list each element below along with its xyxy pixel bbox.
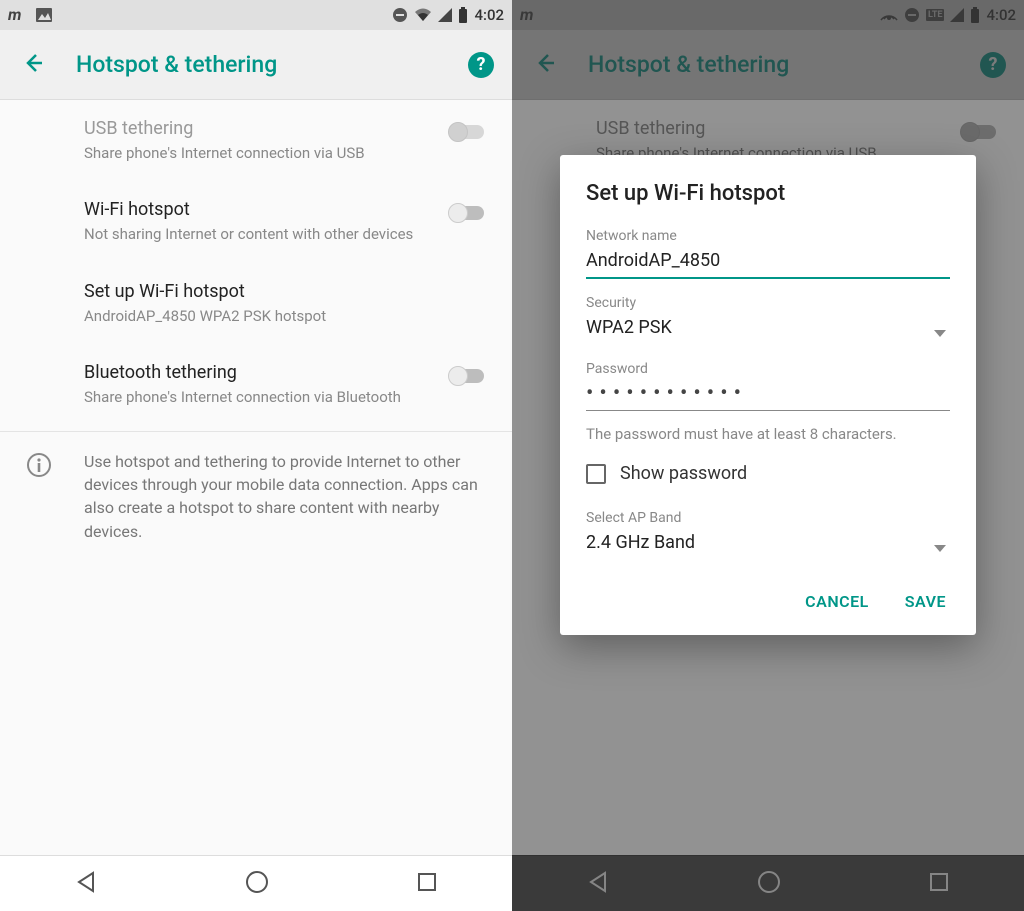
status-clock: 4:02	[474, 6, 504, 24]
row-wifi-hotspot[interactable]: Wi-Fi hotspot Not sharing Internet or co…	[0, 181, 512, 262]
password-hint: The password must have at least 8 charac…	[586, 425, 950, 443]
cancel-button[interactable]: CANCEL	[801, 584, 873, 619]
nav-home-icon[interactable]	[244, 869, 270, 899]
row-subtitle: Share phone's Internet connection via Bl…	[84, 387, 488, 407]
help-icon[interactable]: ?	[468, 52, 494, 78]
show-password-checkbox[interactable]	[586, 464, 606, 484]
status-bar: m 4:02	[0, 0, 512, 30]
setup-hotspot-dialog: Set up Wi-Fi hotspot Network name Securi…	[560, 155, 976, 635]
row-subtitle: Not sharing Internet or content with oth…	[84, 224, 488, 244]
image-icon	[36, 8, 52, 22]
cell-icon	[438, 8, 452, 22]
show-password-row[interactable]: Show password	[586, 463, 950, 484]
ap-band-label: Select AP Band	[586, 510, 950, 526]
toggle-usb	[448, 122, 486, 142]
chevron-down-icon	[934, 538, 946, 557]
row-subtitle: AndroidAP_4850 WPA2 PSK hotspot	[84, 306, 488, 326]
ap-band-dropdown[interactable]: 2.4 GHz Band	[586, 526, 950, 560]
info-icon	[26, 452, 52, 482]
info-row: Use hotspot and tethering to provide Int…	[0, 432, 512, 561]
toggle-wifi-hotspot[interactable]	[448, 203, 486, 223]
ap-band-value: 2.4 GHz Band	[586, 532, 950, 553]
row-bluetooth-tethering[interactable]: Bluetooth tethering Share phone's Intern…	[0, 344, 512, 425]
battery-icon	[458, 7, 468, 23]
security-label: Security	[586, 295, 950, 311]
row-title: Wi-Fi hotspot	[84, 199, 488, 220]
info-text: Use hotspot and tethering to provide Int…	[84, 450, 488, 543]
password-label: Password	[586, 361, 950, 377]
toggle-bluetooth[interactable]	[448, 366, 486, 386]
dialog-title: Set up Wi-Fi hotspot	[586, 181, 950, 206]
chevron-down-icon	[934, 323, 946, 342]
security-dropdown[interactable]: WPA2 PSK	[586, 311, 950, 345]
save-button[interactable]: SAVE	[901, 584, 950, 619]
row-setup-hotspot[interactable]: Set up Wi-Fi hotspot AndroidAP_4850 WPA2…	[0, 263, 512, 344]
security-value: WPA2 PSK	[586, 317, 950, 338]
page-title: Hotspot & tethering	[76, 51, 468, 78]
network-name-input[interactable]	[586, 244, 950, 279]
row-usb-tethering: USB tethering Share phone's Internet con…	[0, 100, 512, 181]
app-bar: Hotspot & tethering ?	[0, 30, 512, 100]
back-icon[interactable]	[22, 52, 44, 78]
network-name-label: Network name	[586, 228, 950, 244]
wifi-icon	[414, 8, 432, 22]
row-title: USB tethering	[84, 118, 488, 139]
password-input[interactable]	[586, 377, 950, 411]
settings-list: USB tethering Share phone's Internet con…	[0, 100, 512, 855]
row-subtitle: Share phone's Internet connection via US…	[84, 143, 488, 163]
svg-text:m: m	[8, 7, 21, 23]
dnd-icon	[392, 7, 408, 23]
meetup-icon: m	[8, 7, 28, 23]
nav-bar	[0, 855, 512, 911]
show-password-label: Show password	[620, 463, 747, 484]
row-title: Bluetooth tethering	[84, 362, 488, 383]
row-title: Set up Wi-Fi hotspot	[84, 281, 488, 302]
nav-back-icon[interactable]	[73, 869, 99, 899]
nav-recent-icon[interactable]	[415, 870, 439, 898]
